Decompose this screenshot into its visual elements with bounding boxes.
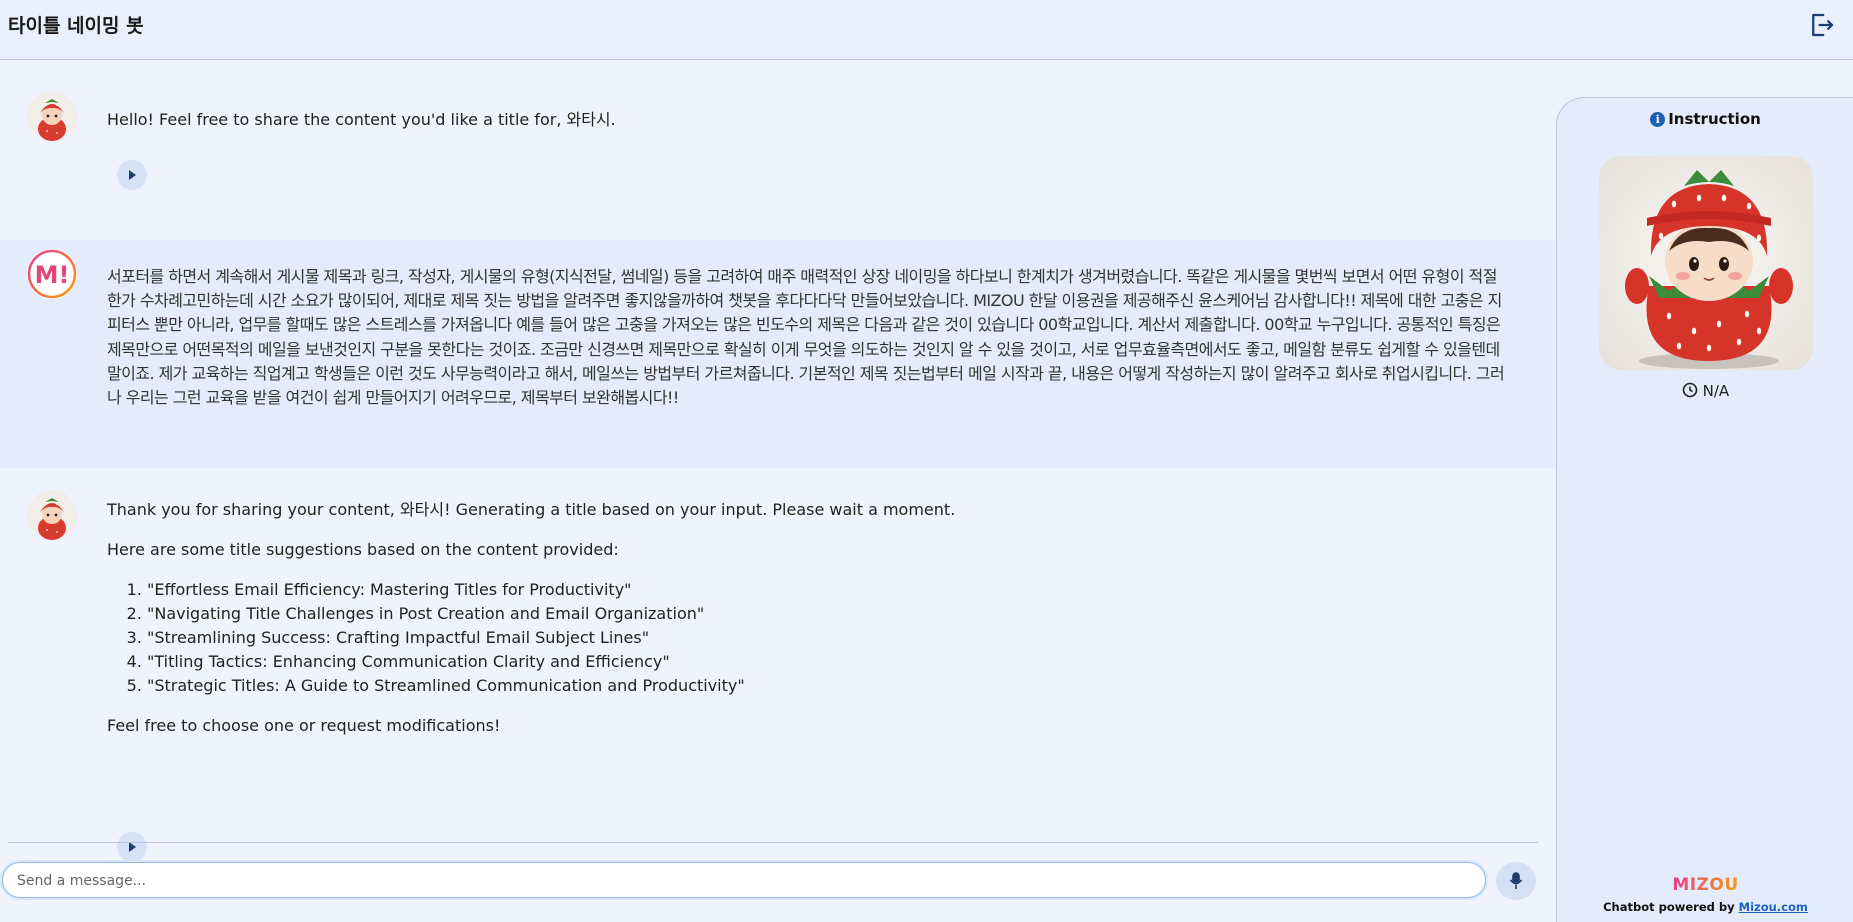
list-item: "Streamlining Success: Crafting Impactfu… [147, 626, 1407, 650]
user-avatar: M! [27, 249, 77, 299]
list-item: "Navigating Title Challenges in Post Cre… [147, 602, 1407, 626]
timer: N/A [1557, 382, 1853, 402]
message-content: Thank you for sharing your content, 와타시!… [107, 498, 1407, 738]
clock-icon [1682, 382, 1698, 402]
instruction-label: Instruction [1668, 110, 1761, 128]
message-intro: Thank you for sharing your content, 와타시!… [107, 500, 956, 519]
bot-avatar [27, 490, 77, 540]
chat-thread: Hello! Feel free to share the content yo… [0, 61, 1555, 862]
svg-text:M!: M! [35, 261, 70, 289]
bot-character-image [1599, 156, 1813, 370]
page-title: 타이틀 네이밍 봇 [8, 15, 144, 37]
timer-value: N/A [1702, 382, 1730, 400]
message-text: Hello! Feel free to share the content yo… [107, 110, 616, 129]
brand-text: MIZOU [1672, 875, 1739, 895]
title-suggestions-list: "Effortless Email Efficiency: Mastering … [107, 578, 1407, 698]
message-text: 서포터를 하면서 계속해서 게시물 제목과 링크, 작성자, 게시물의 유형(지… [107, 267, 1505, 408]
composer-divider [8, 842, 1538, 843]
play-audio-button[interactable] [117, 160, 147, 190]
mizou-logo: MIZOU [1557, 875, 1853, 895]
powered-by: Chatbot powered by Mizou.com [1557, 900, 1853, 914]
instruction-sidebar: i Instruction N/A MIZOU Chatbot powered … [1556, 97, 1853, 922]
user-message: M! 서포터를 하면서 계속해서 게시물 제목과 링크, 작성자, 게시물의 유… [0, 240, 1555, 468]
info-icon: i [1650, 112, 1666, 127]
message-outro: Feel free to choose one or request modif… [107, 716, 501, 735]
list-item: "Titling Tactics: Enhancing Communicatio… [147, 650, 1407, 674]
message-lead: Here are some title suggestions based on… [107, 540, 619, 559]
play-audio-button[interactable] [117, 832, 147, 862]
logout-icon[interactable] [1807, 10, 1837, 40]
message-input-container[interactable] [2, 862, 1486, 898]
app-header: 타이틀 네이밍 봇 [0, 0, 1853, 60]
message-input[interactable] [17, 870, 1457, 892]
microphone-button[interactable] [1496, 862, 1536, 900]
bot-avatar [27, 91, 77, 141]
list-item: "Strategic Titles: A Guide to Streamline… [147, 674, 1407, 698]
powered-prefix: Chatbot powered by [1603, 900, 1739, 914]
bot-message: Thank you for sharing your content, 와타시!… [0, 468, 1555, 862]
bot-message: Hello! Feel free to share the content yo… [0, 61, 1555, 241]
list-item: "Effortless Email Efficiency: Mastering … [147, 578, 1407, 602]
instruction-heading[interactable]: i Instruction [1557, 110, 1853, 128]
microphone-icon [1509, 872, 1523, 894]
mizou-link[interactable]: Mizou.com [1739, 900, 1808, 914]
